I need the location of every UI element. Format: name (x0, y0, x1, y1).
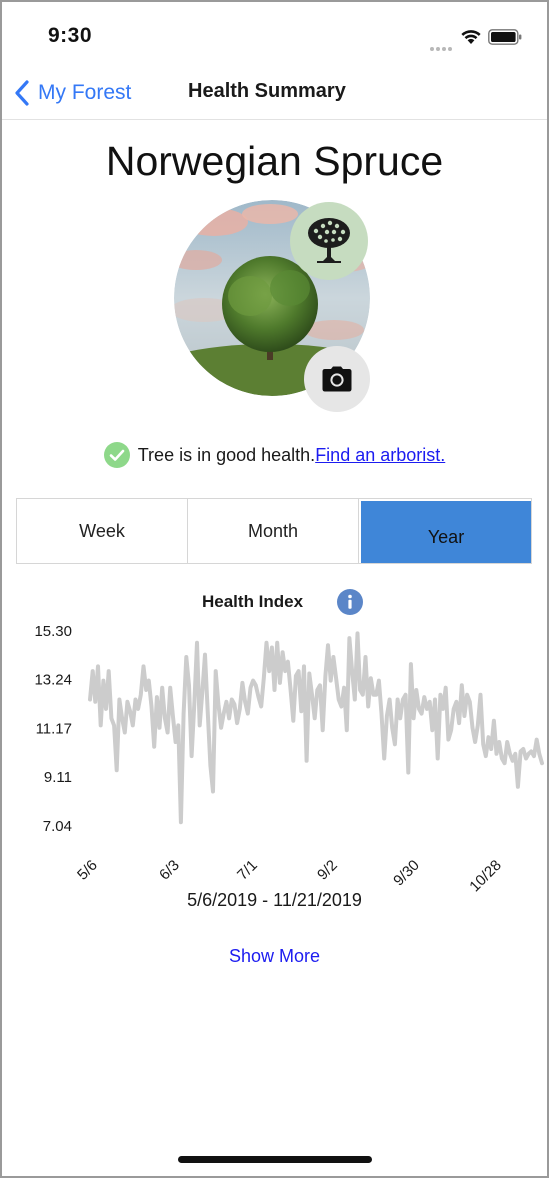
status-time: 9:30 (48, 24, 93, 47)
camera-icon (322, 366, 352, 392)
chart-title: Health Index (202, 592, 304, 611)
y-tick-label: 7.04 (43, 818, 72, 835)
health-index-chart: 15.30 13.24 11.17 9.11 7.04 5/6 6/3 7/1 9/2 9/30 1… (34, 623, 544, 894)
page-title: Health Summary (188, 80, 346, 102)
status-bar: 9:30 (2, 2, 547, 68)
y-tick-label: 15.30 (34, 623, 72, 640)
check-circle-icon (103, 442, 130, 468)
x-tick-label: 9/2 (314, 857, 341, 884)
x-tick-label: 9/30 (390, 857, 423, 890)
y-tick-label: 13.24 (34, 672, 72, 689)
segment-week[interactable]: Week (17, 499, 188, 563)
y-tick-label: 11.17 (36, 721, 72, 738)
y-tick-label: 9.11 (44, 769, 72, 786)
x-tick-label: 10/28 (466, 857, 505, 894)
health-index-series-line (88, 631, 544, 825)
segment-year[interactable]: Year (361, 501, 531, 563)
tree-species-badge (290, 202, 368, 280)
x-tick-label: 5/6 (74, 857, 101, 884)
wifi-icon (461, 30, 481, 44)
cellular-signal-icon (430, 38, 456, 51)
navigation-bar: My Forest Health Summary (2, 68, 547, 120)
show-more-button[interactable]: Show More (2, 946, 547, 967)
back-button-label: My Forest (38, 81, 132, 104)
back-button[interactable]: My Forest (12, 78, 131, 108)
home-indicator (178, 1156, 372, 1163)
x-tick-label: 6/3 (156, 857, 183, 884)
battery-icon (488, 29, 522, 45)
chart-date-range: 5/6/2019 - 11/21/2019 (187, 890, 362, 910)
health-status: Tree is in good health. Find an arborist. (2, 442, 547, 468)
chevron-left-icon (15, 80, 29, 106)
time-range-segmented-control: Week Month Year (16, 498, 532, 564)
camera-button[interactable] (304, 346, 370, 412)
find-arborist-link[interactable]: Find an arborist. (315, 445, 445, 466)
segment-month[interactable]: Month (188, 499, 359, 563)
health-status-text: Tree is in good health. (137, 444, 316, 465)
info-icon[interactable] (337, 589, 363, 615)
phone-screen: 9:30 My Forest Health Summary Norwegian … (0, 0, 549, 1178)
x-tick-label: 7/1 (234, 857, 261, 884)
tree-icon (308, 218, 350, 263)
tree-name-heading: Norwegian Spruce (105, 138, 444, 184)
